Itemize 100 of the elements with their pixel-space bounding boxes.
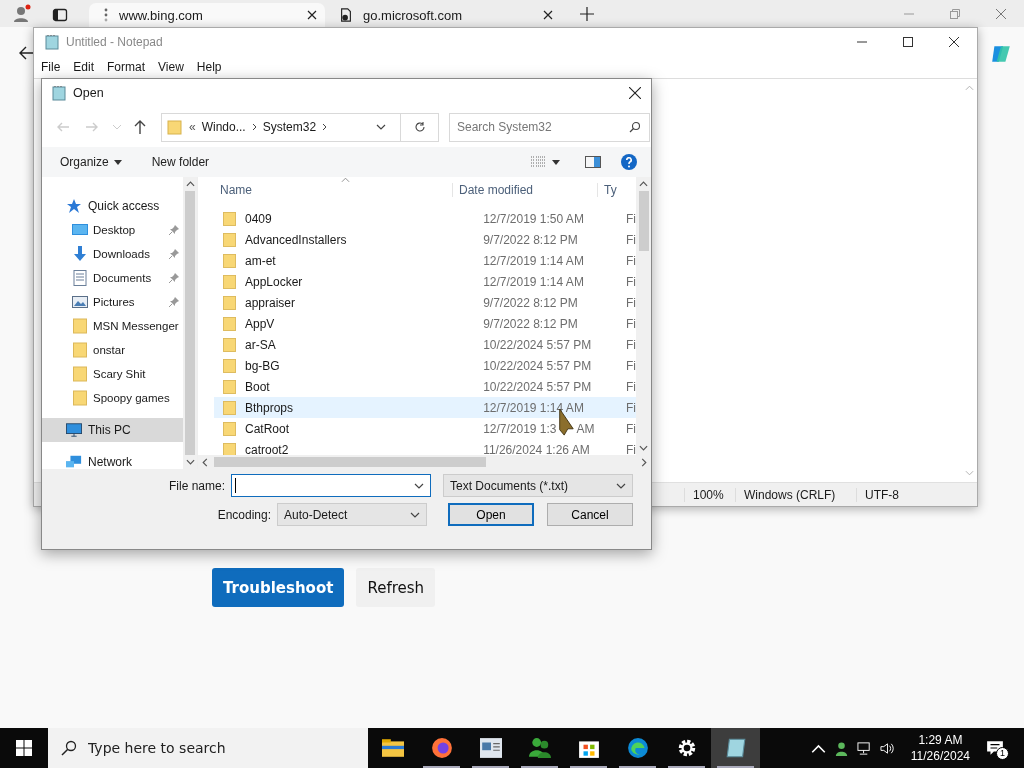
folder-icon — [223, 420, 236, 437]
encoding-dropdown[interactable]: Auto-Detect — [277, 503, 427, 526]
address-bar[interactable]: « Windo... System32 — [161, 112, 439, 142]
scroll-up-icon[interactable] — [639, 181, 648, 187]
scroll-up-icon[interactable] — [185, 181, 195, 187]
taskbar-search-field[interactable]: Type here to search — [48, 728, 368, 768]
maximize-icon[interactable] — [903, 37, 913, 47]
scroll-left-icon[interactable] — [202, 457, 208, 467]
nav-pane-item[interactable]: Downloads — [42, 242, 183, 266]
file-row[interactable]: 0409 12/7/2019 1:50 AM Fi — [214, 208, 636, 229]
date-text: 10/22/2024 5:57 PM — [483, 379, 592, 394]
up-arrow-icon[interactable] — [132, 119, 148, 135]
browser-tab[interactable]: www.bing.com — [89, 3, 325, 27]
menu-item[interactable]: Edit — [73, 60, 95, 74]
menu-item[interactable]: Help — [196, 60, 222, 74]
breadcrumb-item[interactable]: Windo... — [201, 120, 246, 134]
type-text: Fi — [626, 358, 636, 373]
scroll-down-icon[interactable] — [185, 459, 195, 465]
nav-pane-item[interactable]: onstar — [42, 338, 183, 362]
troubleshoot-button[interactable]: Troubleshoot — [212, 568, 345, 607]
file-row[interactable]: AdvancedInstallers 9/7/2022 8:12 PM Fi — [214, 229, 636, 250]
scroll-right-icon[interactable] — [641, 457, 647, 467]
chevron-right-icon[interactable] — [322, 123, 328, 131]
column-header[interactable]: Ty — [598, 183, 617, 197]
scroll-thumb[interactable] — [638, 191, 649, 251]
copilot-icon[interactable] — [990, 43, 1012, 65]
profile-icon[interactable] — [12, 4, 32, 24]
close-icon[interactable] — [949, 37, 959, 47]
nav-pane-item[interactable]: Pictures — [42, 290, 183, 314]
nav-pane-item[interactable]: Documents — [42, 266, 183, 290]
tab-actions-icon[interactable] — [52, 7, 68, 23]
column-header[interactable]: Date modified — [453, 183, 598, 197]
status-text: Windows (CRLF) — [735, 487, 856, 502]
refresh-button[interactable]: Refresh — [356, 568, 436, 607]
vertical-scrollbar[interactable] — [183, 177, 197, 469]
windows-start-icon[interactable] — [16, 740, 32, 756]
file-name: AppLocker — [245, 274, 304, 289]
close-icon[interactable] — [543, 10, 553, 20]
scroll-down-icon[interactable] — [639, 445, 648, 451]
clock[interactable]: 1:29 AM 11/26/2024 — [910, 732, 970, 764]
status-text: UTF-8 — [856, 487, 899, 502]
new-tab-icon[interactable] — [580, 7, 594, 21]
file-row[interactable]: CatRoot 12/7/2019 1:3 AM Fi — [214, 418, 636, 439]
file-row[interactable]: catroot2 11/26/2024 1:26 AM Fi — [214, 439, 636, 455]
horizontal-scrollbar[interactable] — [198, 455, 651, 469]
scroll-thumb[interactable] — [214, 457, 486, 467]
cancel-button[interactable]: Cancel — [547, 503, 633, 526]
volume-icon[interactable] — [879, 740, 895, 756]
nav-pane-item[interactable]: Desktop — [42, 218, 183, 242]
nav-pane-item[interactable]: Quick access — [42, 194, 183, 218]
chevron-down-icon[interactable] — [376, 124, 386, 130]
column-header[interactable]: Name — [198, 183, 453, 197]
dropdown-caret-icon[interactable] — [552, 159, 560, 165]
notification-button[interactable]: 1 — [986, 728, 1014, 768]
nav-pane-item[interactable]: Network — [42, 450, 183, 469]
file-name: am-et — [245, 253, 277, 268]
breadcrumb-item[interactable]: System32 — [262, 120, 317, 134]
file-name: 0409 — [245, 211, 273, 226]
nav-pane-item[interactable]: MSN Messenger — [42, 314, 183, 338]
taskbar-app[interactable] — [711, 728, 760, 768]
type-text: Fi — [626, 442, 636, 455]
folder-icon — [223, 231, 236, 248]
preview-pane-icon[interactable] — [585, 156, 601, 168]
file-row[interactable]: ar-SA 10/22/2024 5:57 PM Fi — [214, 334, 636, 355]
file-row[interactable]: Bthprops 12/7/2019 1:14 AM Fi — [214, 397, 636, 418]
overflow-chevron[interactable]: « — [189, 120, 196, 134]
close-icon[interactable] — [629, 87, 641, 99]
new-folder-button[interactable]: New folder — [143, 152, 218, 172]
file-row[interactable]: AppV 9/7/2022 8:12 PM Fi — [214, 313, 636, 334]
file-row[interactable]: AppLocker 12/7/2019 1:14 AM Fi — [214, 271, 636, 292]
file-type-dropdown[interactable]: Text Documents (*.txt) — [443, 474, 633, 497]
people-icon[interactable] — [833, 740, 849, 756]
nav-pane-item[interactable]: This PC — [42, 418, 183, 442]
news-window-icon — [479, 737, 502, 759]
nav-pane-item[interactable]: Spoopy games — [42, 386, 183, 410]
file-row[interactable]: Boot 10/22/2024 5:57 PM Fi — [214, 376, 636, 397]
menu-item[interactable]: View — [158, 60, 184, 74]
chevron-right-icon[interactable] — [251, 123, 257, 131]
file-name-field[interactable] — [231, 474, 431, 497]
open-button[interactable]: Open — [448, 503, 534, 526]
network-icon[interactable] — [856, 740, 872, 756]
browser-tab[interactable]: go.microsoft.com — [325, 3, 561, 27]
chevron-down-icon[interactable] — [414, 482, 424, 489]
file-row[interactable]: appraiser 9/7/2022 8:12 PM Fi — [214, 292, 636, 313]
type-text: Fi — [626, 295, 636, 310]
help-icon[interactable] — [621, 154, 637, 170]
date-text: 12/7/2019 1:14 AM — [483, 253, 584, 268]
menu-item[interactable]: Format — [107, 60, 146, 74]
close-icon[interactable] — [307, 10, 317, 20]
folder-icon — [72, 342, 88, 358]
file-row[interactable]: am-et 12/7/2019 1:14 AM Fi — [214, 250, 636, 271]
scroll-thumb[interactable] — [185, 191, 195, 455]
nav-pane-item[interactable]: Scary Shit — [42, 362, 183, 386]
organize-button[interactable]: Organize — [52, 152, 130, 172]
type-text: Fi — [626, 337, 636, 352]
back-arrow-icon[interactable] — [18, 45, 34, 61]
menu-item[interactable]: File — [41, 60, 61, 74]
vertical-scrollbar[interactable] — [636, 177, 651, 455]
file-row[interactable]: bg-BG 10/22/2024 5:57 PM Fi — [214, 355, 636, 376]
search-field[interactable]: Search System32 — [449, 112, 650, 142]
